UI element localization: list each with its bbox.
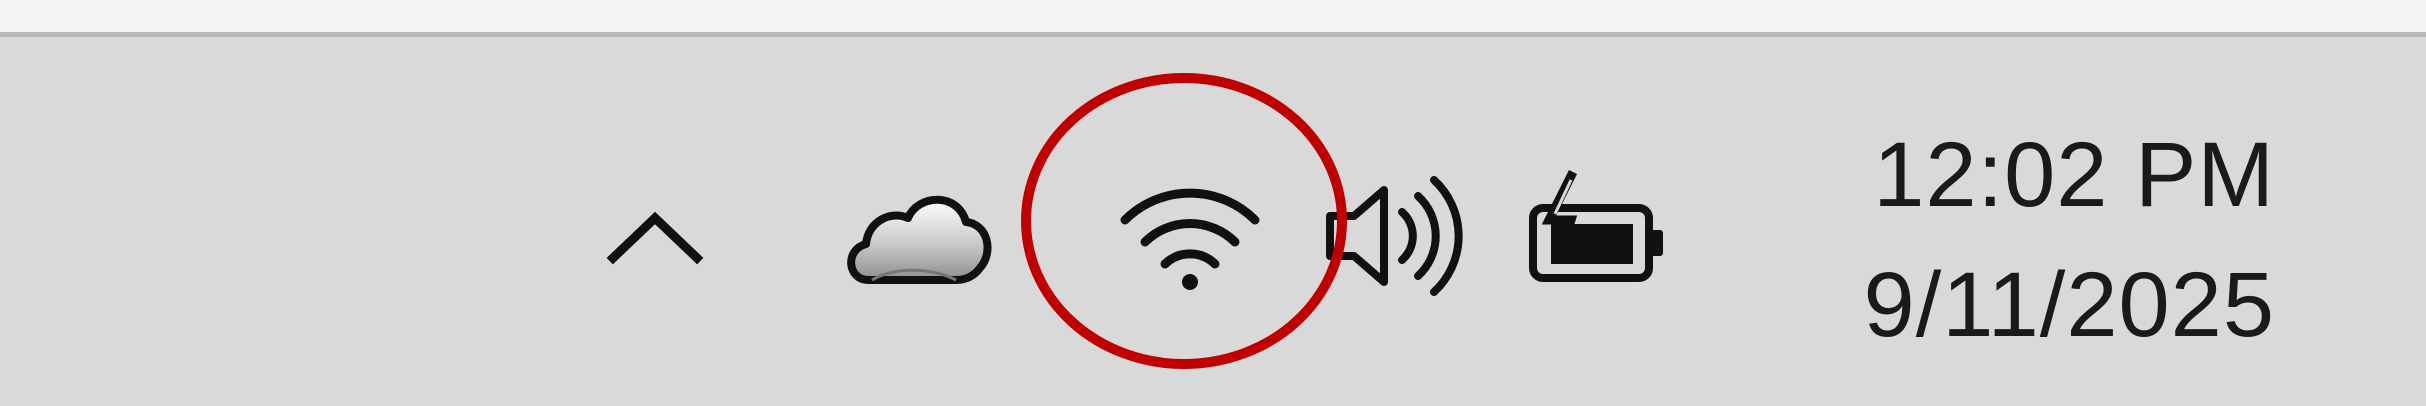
chevron-up-icon: [606, 211, 704, 265]
battery-button[interactable]: [1515, 160, 1680, 300]
onedrive-button[interactable]: [838, 170, 998, 300]
wifi-icon: [1120, 188, 1260, 290]
battery-charging-icon: [1529, 169, 1663, 282]
cloud-icon: [847, 195, 992, 284]
clock-time: 12:02 PM: [1873, 124, 2275, 226]
volume-button[interactable]: [1310, 160, 1475, 310]
network-button[interactable]: [1105, 160, 1275, 300]
speaker-icon: [1326, 176, 1463, 296]
window-bottom-edge: [0, 0, 2426, 34]
clock-date: 9/11/2025: [1863, 254, 2275, 356]
clock-button[interactable]: 12:02 PM 9/11/2025: [1780, 110, 2275, 360]
show-hidden-icons-button[interactable]: [595, 190, 715, 290]
